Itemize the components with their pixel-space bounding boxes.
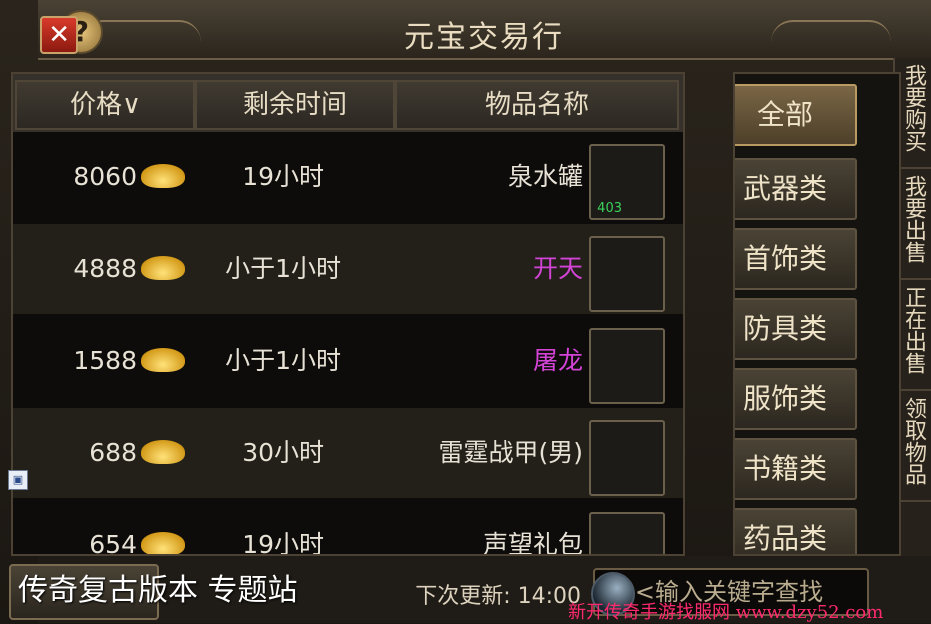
title-bar: 元宝交易行 ? ✕ bbox=[38, 0, 931, 60]
table-row[interactable]: 403 泉水罐 19小时 8060 bbox=[13, 132, 683, 222]
remaining-time: 19小时 bbox=[242, 162, 324, 191]
bag-icon[interactable] bbox=[589, 512, 665, 556]
category-weapon-button[interactable]: 武器类 bbox=[733, 158, 857, 220]
item-price: 654 bbox=[89, 530, 137, 556]
category-all-button[interactable]: 全部 bbox=[733, 84, 857, 146]
close-button[interactable]: ✕ bbox=[40, 16, 78, 54]
category-panel: 全部 武器类 首饰类 防具类 服饰类 书籍类 药品类 bbox=[733, 72, 901, 556]
jar-icon[interactable]: 403 bbox=[589, 144, 665, 220]
gold-ingot-icon bbox=[141, 440, 185, 464]
category-jewelry-button[interactable]: 首饰类 bbox=[733, 228, 857, 290]
item-name: 开天 bbox=[532, 254, 583, 283]
item-price: 8060 bbox=[73, 162, 137, 191]
item-table: 物品名称 剩余时间 价格∨ 403 泉水罐 19小时 8060 开天 小于1小时 4888 屠… bbox=[11, 72, 685, 556]
window-title: 元宝交易行 bbox=[404, 20, 565, 55]
item-count: 403 bbox=[597, 201, 622, 216]
armor-icon[interactable] bbox=[589, 420, 665, 496]
overlay-caption: 传奇复古版本 专题站 bbox=[18, 573, 298, 608]
next-update-text: 下次更新: 14:00 bbox=[415, 584, 581, 609]
category-book-button[interactable]: 书籍类 bbox=[733, 438, 857, 500]
gold-ingot-icon bbox=[141, 532, 185, 556]
category-armor-button[interactable]: 防具类 bbox=[733, 298, 857, 360]
gold-ingot-icon bbox=[141, 164, 185, 188]
remaining-time: 小于1小时 bbox=[225, 346, 341, 375]
item-name: 屠龙 bbox=[532, 346, 583, 375]
category-potion-button[interactable]: 药品类 bbox=[733, 508, 857, 556]
item-name: 声望礼包 bbox=[482, 530, 583, 556]
item-price: 4888 bbox=[73, 254, 137, 283]
sword-icon[interactable] bbox=[589, 236, 665, 312]
table-row[interactable]: 声望礼包 19小时 654 bbox=[13, 500, 683, 556]
table-row[interactable]: 雷霆战甲(男) 30小时 688 bbox=[13, 408, 683, 498]
remaining-time: 小于1小时 bbox=[225, 254, 341, 283]
item-price: 1588 bbox=[73, 346, 137, 375]
item-name: 泉水罐 bbox=[507, 162, 583, 191]
blade-icon[interactable] bbox=[589, 328, 665, 404]
header-remaining-time[interactable]: 剩余时间 bbox=[195, 80, 395, 130]
table-row[interactable]: 开天 小于1小时 4888 bbox=[13, 224, 683, 314]
header-item-name[interactable]: 物品名称 bbox=[395, 80, 679, 130]
header-price-sort[interactable]: 价格∨ bbox=[15, 80, 195, 130]
category-clothing-button[interactable]: 服饰类 bbox=[733, 368, 857, 430]
item-name: 雷霆战甲(男) bbox=[438, 438, 583, 467]
remaining-time: 19小时 bbox=[242, 530, 324, 556]
trading-window: 元宝交易行 ? ✕ 我要购买 我要出售 正在出售 领取物品 全部 武器类 首饰类… bbox=[0, 0, 931, 623]
table-row[interactable]: 屠龙 小于1小时 1588 bbox=[13, 316, 683, 406]
watermark-text: 新开传奇手游找服网 www.dzy52.com bbox=[568, 602, 884, 623]
document-icon: ▣ bbox=[8, 470, 28, 490]
remaining-time: 30小时 bbox=[242, 438, 324, 467]
table-header: 物品名称 剩余时间 价格∨ bbox=[13, 74, 683, 132]
item-price: 688 bbox=[89, 438, 137, 467]
gold-ingot-icon bbox=[141, 256, 185, 280]
gold-ingot-icon bbox=[141, 348, 185, 372]
